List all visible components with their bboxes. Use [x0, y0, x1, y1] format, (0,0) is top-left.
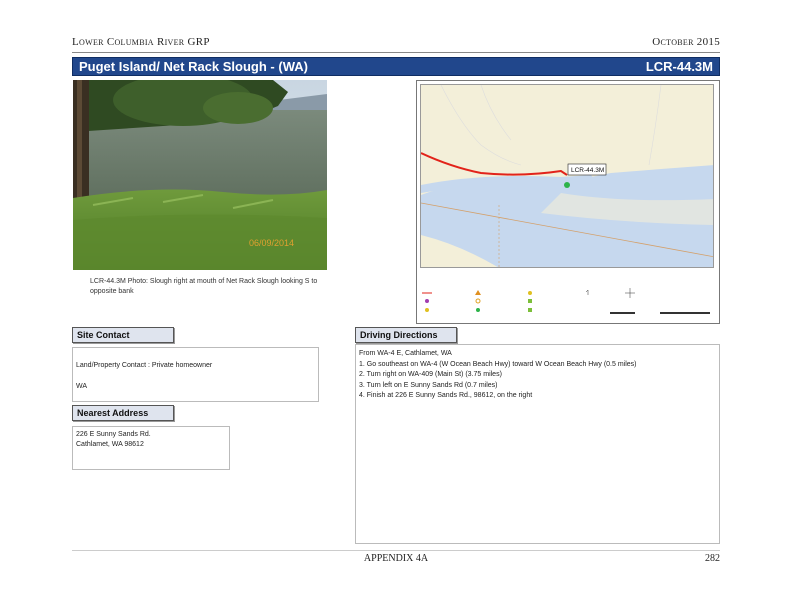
- title-bar: Puget Island/ Net Rack Slough - (WA) LCR…: [72, 57, 720, 76]
- map-legend: [420, 288, 716, 318]
- directions-step: 2. Turn right on WA-409 (Main St) (3.75 …: [359, 371, 502, 378]
- site-code: LCR-44.3M: [645, 59, 713, 74]
- directions-step: 4. Finish at 226 E Sunny Sands Rd., 9861…: [359, 392, 533, 399]
- footer-rule: [72, 550, 720, 551]
- directions-from: From WA-4 E, Cathlamet, WA: [359, 350, 452, 357]
- nearest-address-heading: Nearest Address: [72, 405, 174, 421]
- contact-state: WA: [76, 383, 88, 390]
- site-name: Puget Island/ Net Rack Slough - (WA): [79, 59, 308, 74]
- driving-directions-box: From WA-4 E, Cathlamet, WA 1. Go southea…: [355, 344, 720, 544]
- address-line-1: 226 E Sunny Sands Rd.: [76, 431, 151, 438]
- site-photo: 06/09/2014: [73, 80, 327, 270]
- header-left: Lower Columbia River GRP: [72, 36, 210, 48]
- address-line-2: Cathlamet, WA 98612: [76, 441, 144, 448]
- svg-text:06/09/2014: 06/09/2014: [249, 238, 294, 248]
- site-contact-box: Land/Property Contact : Private homeowne…: [72, 347, 319, 402]
- header-rule: [72, 52, 720, 53]
- page-number: 282: [705, 553, 720, 564]
- nearest-address-box: 226 E Sunny Sands Rd. Cathlamet, WA 9861…: [72, 426, 230, 470]
- photo-caption: LCR-44.3M Photo: Slough right at mouth o…: [90, 278, 318, 295]
- site-contact-heading: Site Contact: [72, 327, 174, 343]
- header-date: October 2015: [652, 36, 720, 48]
- property-contact: Land/Property Contact : Private homeowne…: [76, 362, 213, 369]
- directions-step: 1. Go southeast on WA-4 (W Ocean Beach H…: [359, 360, 637, 368]
- map-site-label: LCR-44.3M: [571, 167, 604, 174]
- directions-step: 3. Turn left on E Sunny Sands Rd (0.7 mi…: [359, 381, 498, 389]
- footer-appendix: APPENDIX 4A: [363, 553, 429, 564]
- driving-directions-heading: Driving Directions: [355, 327, 457, 343]
- site-map: LCR-44.3M: [420, 84, 714, 268]
